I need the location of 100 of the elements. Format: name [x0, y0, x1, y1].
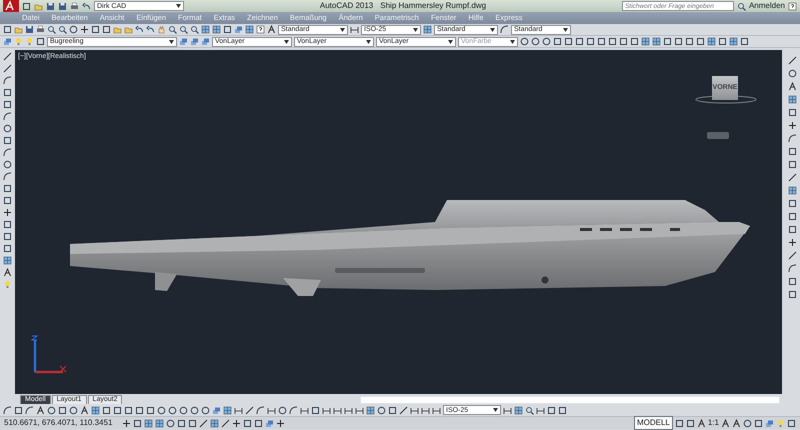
square-icon[interactable]: [564, 37, 573, 46]
square-icon[interactable]: [177, 418, 186, 428]
square-icon[interactable]: [754, 418, 763, 428]
circle-icon[interactable]: [520, 37, 529, 46]
square-icon[interactable]: [547, 406, 556, 414]
grid-icon[interactable]: [155, 418, 164, 428]
dimension-icon[interactable]: [300, 406, 309, 414]
square-icon[interactable]: [3, 25, 12, 34]
circle-icon[interactable]: [69, 406, 78, 414]
square-icon[interactable]: [597, 37, 606, 46]
square-icon[interactable]: [788, 108, 796, 117]
magnifier-icon[interactable]: [168, 25, 177, 34]
application-logo-icon[interactable]: [3, 0, 19, 12]
square-icon[interactable]: [553, 37, 562, 46]
layers-icon[interactable]: [3, 37, 12, 46]
arc-icon[interactable]: [3, 406, 12, 414]
crosshair-icon[interactable]: [80, 25, 89, 34]
square-icon[interactable]: [388, 406, 397, 414]
square-icon[interactable]: [619, 37, 628, 46]
magnifier-icon[interactable]: [47, 25, 56, 34]
square-icon[interactable]: [608, 37, 617, 46]
square-icon[interactable]: [135, 406, 144, 414]
circle-icon[interactable]: [179, 406, 188, 414]
magnifier-icon[interactable]: [525, 406, 534, 414]
grid-icon[interactable]: [210, 418, 220, 428]
grid-icon[interactable]: [223, 406, 232, 414]
circle-icon[interactable]: [47, 406, 56, 414]
dimension-icon[interactable]: [350, 25, 359, 34]
dimension-icon[interactable]: [410, 406, 419, 414]
help-icon[interactable]: [256, 25, 265, 34]
grid-icon[interactable]: [201, 25, 210, 34]
crosshair-icon[interactable]: [788, 238, 796, 247]
square-icon[interactable]: [685, 37, 694, 46]
line-icon[interactable]: [2, 52, 12, 61]
square-icon[interactable]: [36, 37, 45, 46]
light-bulb-icon[interactable]: [2, 280, 12, 289]
grid-icon[interactable]: [788, 186, 796, 195]
square-icon[interactable]: [788, 212, 796, 221]
square-icon[interactable]: [2, 196, 12, 205]
dimension-icon[interactable]: [267, 406, 276, 414]
square-icon[interactable]: [787, 418, 796, 428]
square-icon[interactable]: [788, 160, 796, 169]
letter-icon[interactable]: [2, 268, 12, 277]
crosshair-icon[interactable]: [2, 208, 12, 217]
circle-icon[interactable]: [542, 37, 551, 46]
grid-icon[interactable]: [423, 25, 432, 34]
square-icon[interactable]: [686, 418, 695, 428]
circle-icon[interactable]: [788, 69, 796, 78]
letter-icon[interactable]: [721, 418, 730, 428]
square-icon[interactable]: [674, 37, 683, 46]
magnifier-icon[interactable]: [190, 25, 199, 34]
square-icon[interactable]: [146, 406, 155, 414]
circle-icon[interactable]: [201, 406, 210, 414]
square-icon[interactable]: [14, 406, 23, 414]
crosshair-icon[interactable]: [276, 418, 286, 428]
square-icon[interactable]: [630, 37, 639, 46]
line-icon[interactable]: [245, 406, 254, 414]
undo-arrow-icon[interactable]: [82, 2, 91, 10]
square-icon[interactable]: [2, 88, 12, 97]
arc-icon[interactable]: [2, 76, 12, 85]
dimension-icon[interactable]: [432, 406, 441, 414]
line-icon[interactable]: [2, 64, 12, 73]
letter-icon[interactable]: [788, 82, 796, 91]
square-icon[interactable]: [102, 25, 111, 34]
circle-icon[interactable]: [166, 418, 176, 428]
square-icon[interactable]: [223, 25, 232, 34]
light-bulb-icon[interactable]: [14, 37, 23, 46]
square-icon[interactable]: [102, 406, 111, 414]
grid-icon[interactable]: [2, 256, 12, 265]
square-icon[interactable]: [788, 277, 796, 286]
arc-icon[interactable]: [256, 406, 265, 414]
grid-icon[interactable]: [641, 37, 650, 46]
square-icon[interactable]: [2, 184, 12, 193]
square-icon[interactable]: [124, 406, 133, 414]
circle-icon[interactable]: [2, 124, 12, 133]
square-icon[interactable]: [2, 220, 12, 229]
square-icon[interactable]: [2, 100, 12, 109]
line-icon[interactable]: [221, 418, 230, 428]
arc-icon[interactable]: [2, 112, 12, 121]
grid-icon[interactable]: [245, 25, 254, 34]
printer-icon[interactable]: [70, 2, 79, 10]
horizontal-scrollbar[interactable]: [360, 396, 780, 404]
dimension-icon[interactable]: [536, 406, 545, 414]
dimension-icon[interactable]: [503, 406, 512, 414]
line-icon[interactable]: [199, 418, 208, 428]
grid-icon[interactable]: [707, 37, 716, 46]
square-icon[interactable]: [740, 37, 749, 46]
square-icon[interactable]: [788, 225, 796, 234]
arc-icon[interactable]: [788, 264, 796, 273]
magnifier-icon[interactable]: [58, 25, 67, 34]
square-icon[interactable]: [696, 37, 705, 46]
arc-icon[interactable]: [25, 406, 34, 414]
grid-icon[interactable]: [366, 406, 375, 414]
square-icon[interactable]: [2, 136, 12, 145]
letter-icon[interactable]: [36, 406, 45, 414]
dimension-icon[interactable]: [344, 406, 353, 414]
grid-icon[interactable]: [514, 406, 523, 414]
dimension-icon[interactable]: [322, 406, 331, 414]
square-icon[interactable]: [243, 418, 252, 428]
magnifier-icon[interactable]: [179, 25, 188, 34]
